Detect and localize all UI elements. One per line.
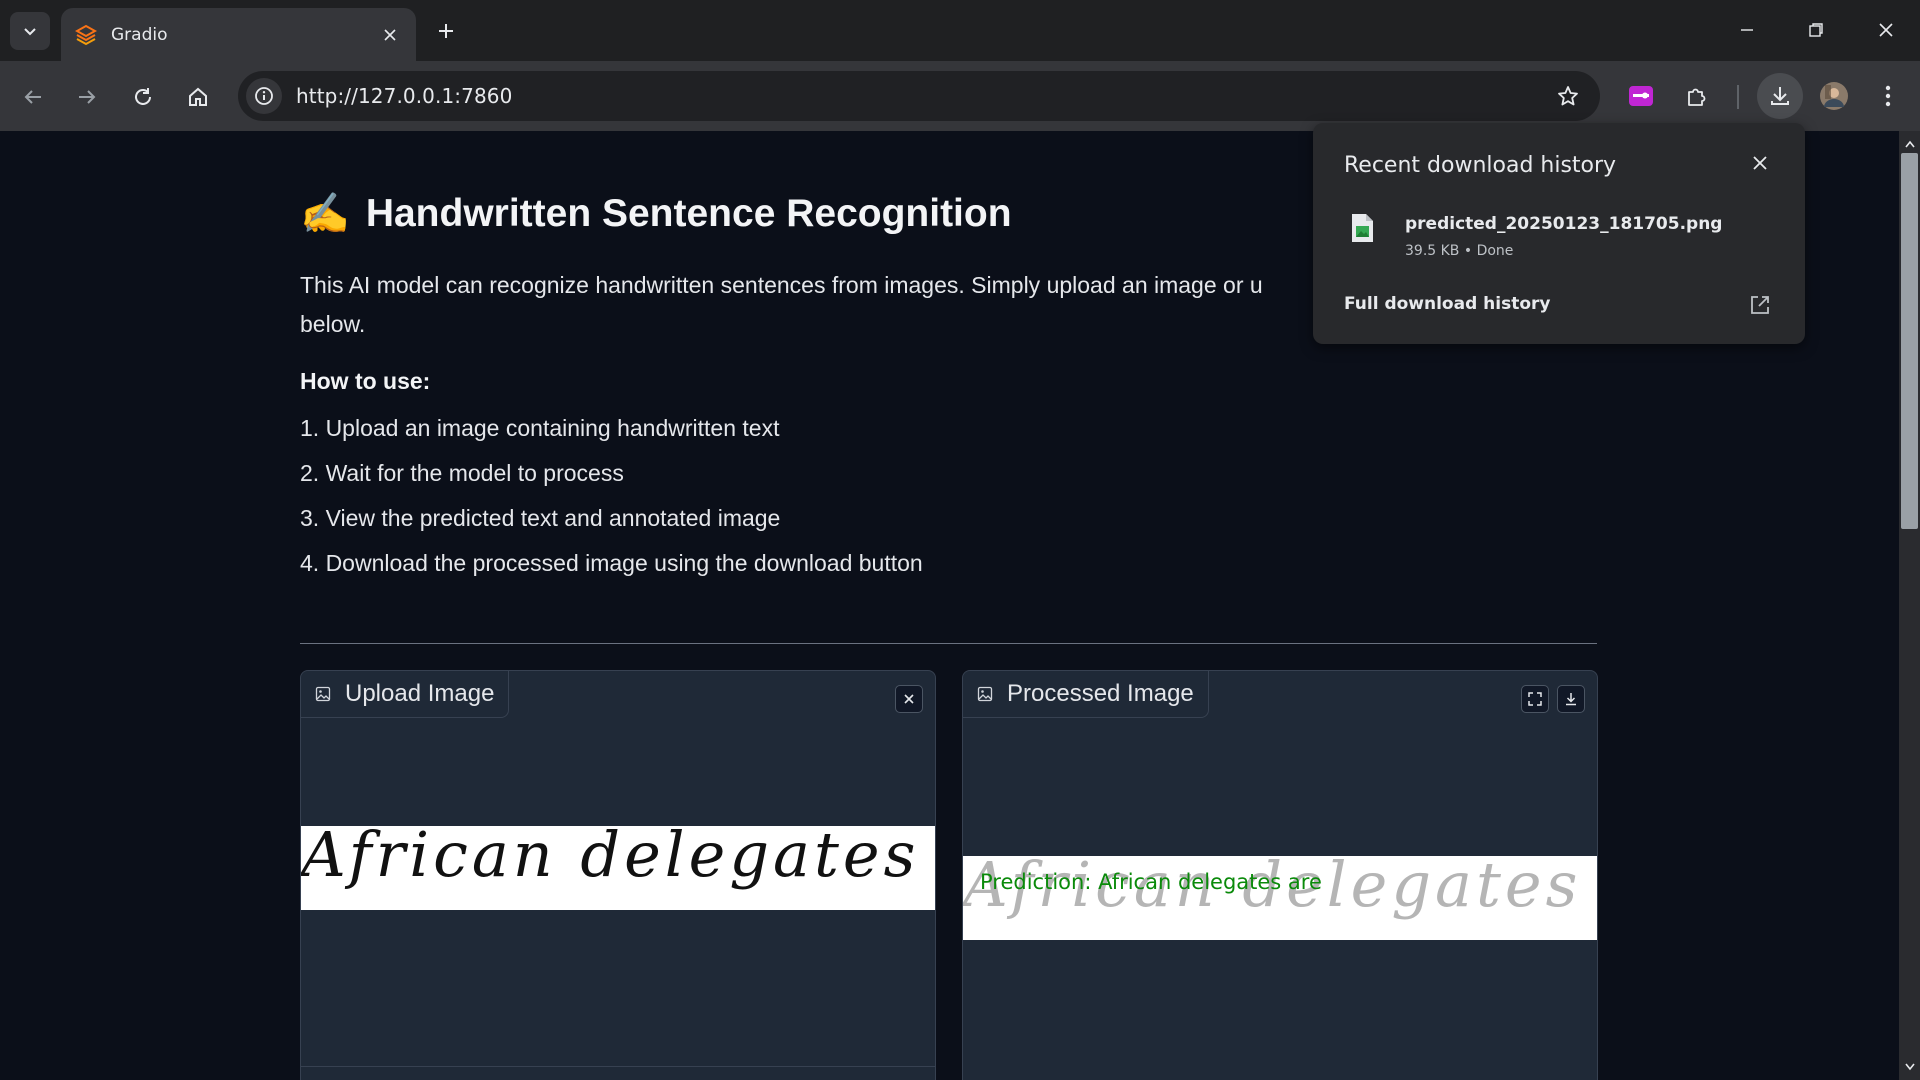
arrow-right-icon: [79, 90, 96, 104]
back-button[interactable]: [13, 77, 53, 117]
handwriting-text: African delegates are: [301, 826, 935, 891]
home-button[interactable]: [178, 77, 218, 117]
downloaded-file-meta: 39.5 KB • Done: [1405, 243, 1514, 259]
panel-footer-divider: [301, 1066, 935, 1067]
page-title-text: Handwritten Sentence Recognition: [365, 191, 1012, 235]
download-popup-title: Recent download history: [1344, 153, 1617, 178]
prediction-overlay-text: Prediction: African delegates are: [980, 870, 1322, 894]
minimize-button[interactable]: [1724, 10, 1770, 50]
list-item: 1. Upload an image containing handwritte…: [300, 415, 780, 441]
scroll-down-icon[interactable]: [1899, 1056, 1920, 1078]
upload-image-label: Upload Image: [301, 671, 510, 718]
scrollbar-thumb[interactable]: [1901, 153, 1918, 529]
steps-list: 1. Upload an image containing handwritte…: [300, 410, 923, 590]
image-file-icon: [1348, 212, 1376, 249]
how-to-heading: How to use:: [300, 368, 431, 394]
image-icon: [977, 686, 993, 702]
close-popup-button[interactable]: [1744, 147, 1776, 179]
upload-image-panel[interactable]: Upload Image African delegates are: [300, 670, 936, 1080]
processed-image-label-text: Processed Image: [1007, 680, 1194, 707]
browser-menu-button[interactable]: [1868, 76, 1908, 116]
downloaded-file-name[interactable]: predicted_20250123_181705.png: [1405, 214, 1722, 234]
tab-search-button[interactable]: [10, 12, 50, 50]
profile-avatar[interactable]: [1814, 76, 1854, 116]
restore-button[interactable]: [1793, 10, 1839, 50]
page-title: ✍️ Handwritten Sentence Recognition: [300, 190, 1012, 237]
downloads-button[interactable]: [1757, 73, 1803, 119]
forward-button[interactable]: [67, 77, 107, 117]
tab-gradio[interactable]: Gradio: [61, 8, 416, 61]
site-info-icon[interactable]: [246, 78, 282, 114]
close-window-button[interactable]: [1863, 10, 1909, 50]
list-item: 4. Download the processed image using th…: [300, 550, 923, 576]
close-icon: [1879, 23, 1893, 37]
extensions-puzzle-icon[interactable]: [1677, 76, 1717, 116]
fullscreen-button[interactable]: [1521, 685, 1549, 713]
writing-hand-icon: ✍️: [300, 192, 350, 236]
restore-icon: [1809, 23, 1823, 37]
tab-close-icon[interactable]: [378, 23, 402, 47]
reload-icon: [135, 88, 151, 105]
download-icon: [1771, 87, 1789, 105]
tab-title: Gradio: [111, 24, 168, 45]
download-icon: [1566, 693, 1576, 706]
download-history-popup: Recent download history predicted_202501…: [1313, 123, 1805, 344]
clear-image-button[interactable]: [895, 685, 923, 713]
toolbar-separator: [1737, 85, 1739, 109]
new-tab-button[interactable]: [430, 15, 462, 47]
close-icon: [904, 694, 914, 704]
browser-toolbar: http://127.0.0.1:7860: [0, 61, 1920, 131]
arrow-left-icon: [24, 90, 41, 104]
bookmark-star-icon[interactable]: [1548, 76, 1588, 116]
gradio-logo-icon: [75, 24, 97, 45]
processed-image-label: Processed Image: [963, 671, 1209, 718]
divider: [300, 643, 1597, 644]
reload-button[interactable]: [123, 77, 163, 117]
url-text[interactable]: http://127.0.0.1:7860: [296, 84, 1548, 108]
extension-purple-icon[interactable]: [1621, 76, 1661, 116]
list-item: 3. View the predicted text and annotated…: [300, 505, 781, 531]
more-vertical-icon: [1885, 85, 1891, 107]
uploaded-image: African delegates are: [301, 826, 935, 910]
list-item: 2. Wait for the model to process: [300, 460, 624, 486]
fullscreen-icon: [1528, 692, 1542, 706]
chevron-down-icon: [24, 28, 36, 36]
upload-image-label-text: Upload Image: [345, 680, 495, 707]
address-bar[interactable]: http://127.0.0.1:7860: [238, 71, 1600, 121]
full-download-history-link[interactable]: Full download history: [1344, 294, 1550, 314]
plus-icon: [439, 24, 453, 38]
scroll-up-icon[interactable]: [1899, 133, 1920, 155]
minimize-icon: [1741, 29, 1753, 31]
tab-strip: Gradio: [0, 0, 1920, 61]
processed-image-panel: Processed Image African delegates are Pr…: [962, 670, 1598, 1080]
image-icon: [315, 686, 331, 702]
download-image-button[interactable]: [1557, 685, 1585, 713]
processed-image: African delegates are Prediction: Africa…: [963, 856, 1597, 940]
open-external-icon[interactable]: [1745, 290, 1775, 320]
home-icon: [189, 87, 207, 106]
close-icon: [1753, 156, 1767, 170]
